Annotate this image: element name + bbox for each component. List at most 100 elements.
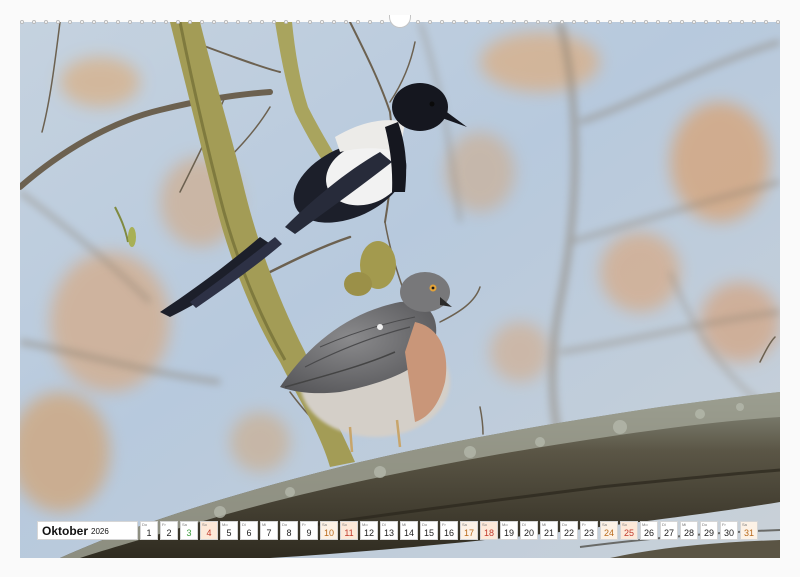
day-cell: Sa 10 [320,521,338,540]
binding-hole [488,20,492,24]
day-cell: Fr 9 [300,521,318,540]
day-cells: Do 1 Fr 2 Sa 3 So 4 Mo 5 Di 6 Mi 7 Do 8 Fr 9 Sa 10 So 11 Mo 12 D… [140,521,760,540]
weekday-label: Mi [682,522,687,527]
weekday-label: Mi [262,522,267,527]
weekday-label: Mo [642,522,648,527]
day-number: 3 [186,528,192,538]
day-cell: So 18 [480,521,498,540]
binding-hole [440,20,444,24]
binding-hole [656,20,660,24]
binding-hole [476,20,480,24]
weekday-label: Mo [222,522,228,527]
weekday-label: Fr [582,522,586,527]
weekday-label: Do [562,522,568,527]
weekday-label: Di [382,522,386,527]
day-cell: Mi 7 [260,521,278,540]
day-cell: Fr 2 [160,521,178,540]
binding-hole [524,20,528,24]
weekday-label: Di [242,522,246,527]
binding-hole [80,20,84,24]
binding-hole [452,20,456,24]
calendar-photo [20,22,780,558]
day-number: 20 [523,528,534,538]
day-number: 16 [443,528,454,538]
day-cell: So 25 [620,521,638,540]
binding-hole [740,20,744,24]
weekday-label: Fr [442,522,446,527]
binding-hole [500,20,504,24]
binding-hole [164,20,168,24]
weekday-label: Do [702,522,708,527]
day-cell: Mi 28 [680,521,698,540]
binding-hole [212,20,216,24]
binding-hole [44,20,48,24]
weekday-label: Di [662,522,666,527]
day-number: 27 [663,528,674,538]
day-cell: Do 1 [140,521,158,540]
day-cell: So 4 [200,521,218,540]
day-number: 25 [623,528,634,538]
weekday-label: Mi [402,522,407,527]
binding-hole [236,20,240,24]
binding-hole [632,20,636,24]
binding-hole [128,20,132,24]
day-number: 6 [246,528,252,538]
weekday-label: Sa [322,522,327,527]
day-number: 21 [543,528,554,538]
binding-hole [176,20,180,24]
day-cell: Sa 31 [740,521,758,540]
day-cell: Fr 23 [580,521,598,540]
binding-hole [752,20,756,24]
weekday-label: So [482,522,487,527]
day-cell: Mi 21 [540,521,558,540]
weekday-label: Fr [722,522,726,527]
binding-hole [116,20,120,24]
day-number: 17 [463,528,474,538]
weekday-label: Mi [542,522,547,527]
day-cell: Fr 16 [440,521,458,540]
binding-hole [704,20,708,24]
binding-hole [152,20,156,24]
binding-hole [104,20,108,24]
binding-hole [416,20,420,24]
binding-hole [428,20,432,24]
binding-hole [332,20,336,24]
day-number: 8 [286,528,292,538]
binding-hole [668,20,672,24]
day-cell: Do 8 [280,521,298,540]
weekday-label: Do [282,522,288,527]
day-number: 19 [503,528,514,538]
binding-hole [596,20,600,24]
day-number: 13 [383,528,394,538]
binding-hole [260,20,264,24]
weekday-label: Mo [362,522,368,527]
binding-hole [368,20,372,24]
day-number: 18 [483,528,494,538]
day-cell: Di 27 [660,521,678,540]
day-number: 2 [166,528,172,538]
binding-hole [20,20,24,24]
weekday-label: Sa [602,522,607,527]
day-number: 9 [306,528,312,538]
day-number: 24 [603,528,614,538]
binding-hole [92,20,96,24]
day-number: 22 [563,528,574,538]
binding-hole [344,20,348,24]
binding-hole [776,20,780,24]
binding-hole [584,20,588,24]
binding-hole [536,20,540,24]
weekday-label: Do [422,522,428,527]
weekday-label: Sa [742,522,747,527]
day-number: 14 [403,528,414,538]
binding-hole [140,20,144,24]
day-number: 10 [323,528,334,538]
calendar-strip: Oktober 2026 Do 1 Fr 2 Sa 3 So 4 Mo 5 Di 6 Mi 7 Do 8 Fr 9… [37,521,760,540]
binding-hole [224,20,228,24]
weekday-label: Sa [462,522,467,527]
day-number: 23 [583,528,594,538]
binding-hole [296,20,300,24]
binding-hole [512,20,516,24]
month-label: Oktober 2026 [37,521,138,540]
day-cell: Sa 24 [600,521,618,540]
binding-hole [248,20,252,24]
